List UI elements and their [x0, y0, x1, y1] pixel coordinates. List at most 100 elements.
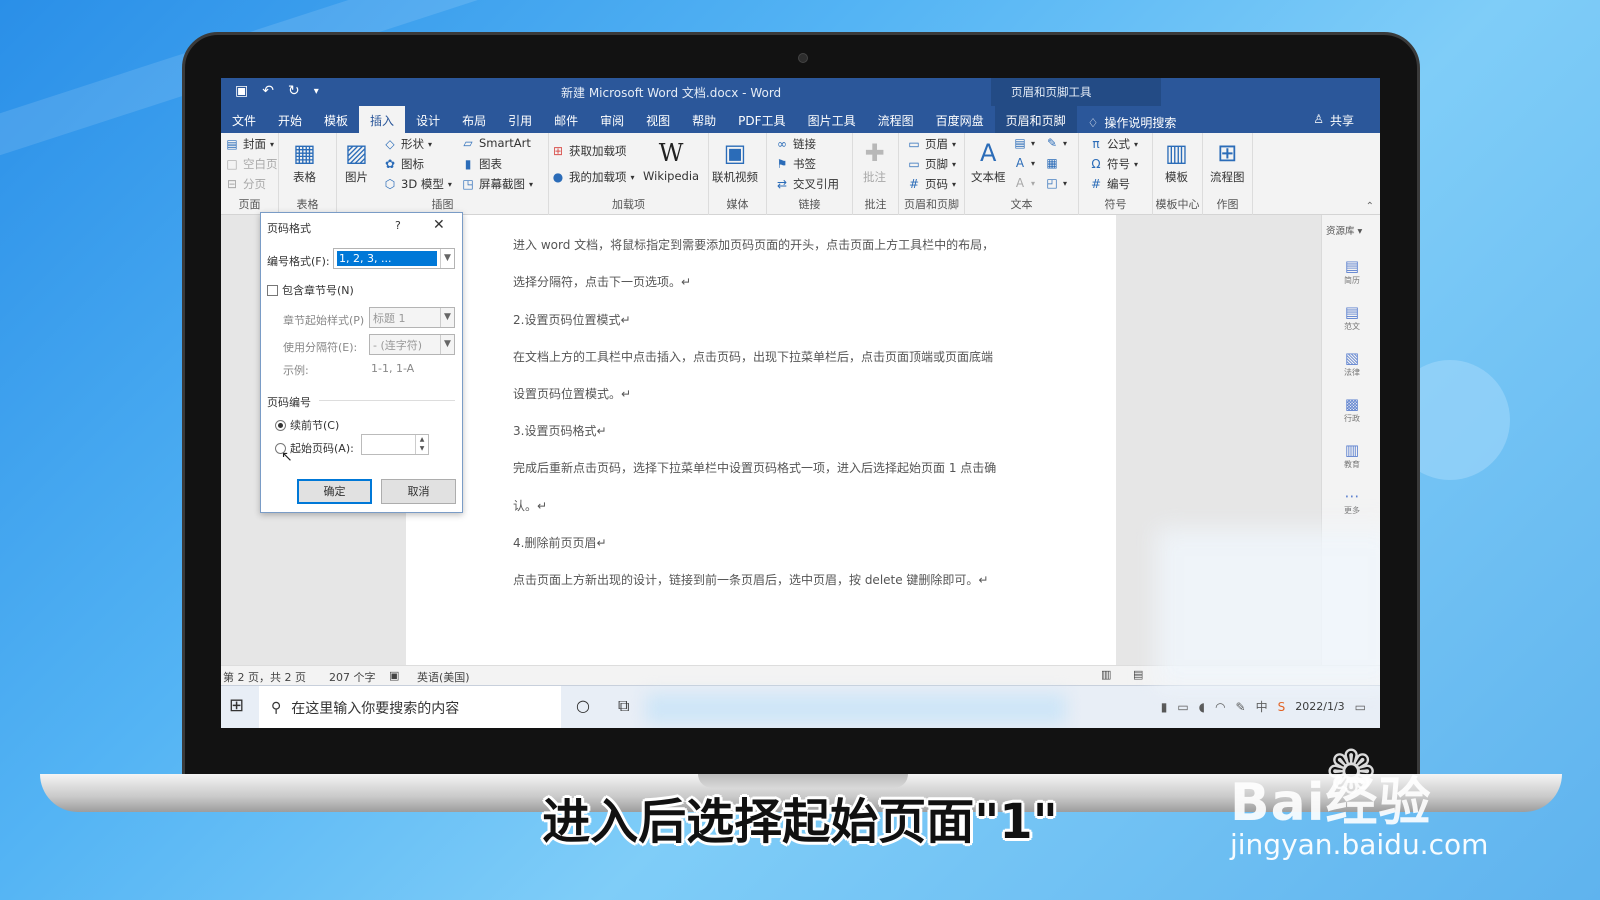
tab-pdf-tools[interactable]: PDF工具	[727, 106, 796, 133]
quick-parts-icon[interactable]: ▤ ▾	[1013, 136, 1035, 150]
app-tray-icon[interactable]: S	[1278, 700, 1286, 714]
wordart-icon[interactable]: A ▾	[1013, 156, 1035, 170]
side-panel-title[interactable]: 资源库 ▾	[1326, 223, 1362, 237]
title-bar: ▣ ↶ ↻ ▾ 新建 Microsoft Word 文档.docx - Word…	[221, 78, 1380, 106]
flowchart-button[interactable]: ⊞ 流程图	[1210, 137, 1245, 185]
customize-qat-icon[interactable]: ▾	[314, 83, 319, 99]
tab-home[interactable]: 开始	[267, 106, 313, 133]
textbox-button[interactable]: A 文本框	[971, 137, 1006, 185]
online-video-button[interactable]: ▣ 联机视频	[712, 137, 758, 185]
doc-line: 认。↵	[513, 499, 548, 513]
ime-icon[interactable]: 中	[1256, 698, 1268, 715]
tab-template[interactable]: 模板	[313, 106, 359, 133]
mic-icon[interactable]: ▮	[1161, 700, 1168, 714]
side-item-admin[interactable]: ▩ 行政	[1336, 395, 1368, 424]
tab-references[interactable]: 引用	[497, 106, 543, 133]
separator-select[interactable]: - (连字符) ▼	[369, 334, 455, 355]
tell-me-search[interactable]: ♢ 操作说明搜索	[1077, 106, 1188, 133]
tab-baidu-netdisk[interactable]: 百度网盘	[925, 106, 995, 133]
side-item-legal[interactable]: ▧ 法律	[1336, 349, 1368, 378]
blank-page-button[interactable]: □ 空白页	[225, 156, 277, 172]
chapter-style-select[interactable]: 标题 1 ▼	[369, 307, 455, 328]
shapes-button[interactable]: ◇ 形状 ▾	[383, 136, 432, 152]
tab-header-footer[interactable]: 页眉和页脚	[994, 106, 1077, 133]
print-layout-icon[interactable]: ▤	[1133, 668, 1143, 681]
notification-icon[interactable]: ▭	[1355, 700, 1366, 714]
template-button[interactable]: ▥ 模板	[1165, 137, 1188, 185]
tab-view[interactable]: 视图	[635, 106, 681, 133]
pen-icon[interactable]: ✎	[1236, 700, 1246, 714]
signature-line-icon[interactable]: ✎ ▾	[1045, 136, 1067, 150]
network-icon[interactable]: ◠	[1215, 700, 1225, 714]
drop-cap-icon[interactable]: A ▾	[1013, 176, 1035, 190]
comment-button[interactable]: ✚ 批注	[863, 137, 886, 185]
continue-radio[interactable]: 续前节(C)	[275, 417, 339, 433]
side-item-samples[interactable]: ▤ 范文	[1336, 303, 1368, 332]
ok-button[interactable]: 确定	[297, 479, 372, 504]
cross-reference-button[interactable]: ⇄ 交叉引用	[775, 176, 839, 192]
language[interactable]: 英语(美国)	[417, 669, 470, 685]
tab-layout[interactable]: 布局	[451, 106, 497, 133]
section-divider	[319, 400, 455, 401]
collapse-ribbon-icon[interactable]: ⌃	[1366, 201, 1374, 212]
link-button[interactable]: ∞ 链接	[775, 136, 816, 152]
group-text: A 文本框 ▤ ▾ A ▾ A ▾ ✎ ▾ ▦ ◰ ▾ 文本	[965, 133, 1079, 215]
smartart-button[interactable]: ▱ SmartArt	[461, 136, 531, 150]
icons-button[interactable]: ✿ 图标	[383, 156, 424, 172]
picture-button[interactable]: ▨ 图片	[345, 137, 368, 185]
chart-button[interactable]: ▮ 图表	[461, 156, 502, 172]
undo-icon[interactable]: ↶	[262, 83, 274, 99]
start-at-input[interactable]: ▲ ▼	[361, 434, 429, 455]
include-chapter-checkbox[interactable]: 包含章节号(N)	[267, 282, 354, 298]
volume-icon[interactable]: ◖	[1199, 700, 1205, 714]
spinner-arrows-icon[interactable]: ▲ ▼	[415, 435, 428, 454]
get-addins-button[interactable]: ⊞ 获取加载项	[551, 143, 627, 159]
word-count[interactable]: 207 个字	[329, 669, 376, 685]
taskbar-search-box[interactable]: ⚲ 在这里输入你要搜索的内容	[259, 686, 561, 728]
share-button[interactable]: ♙ 共享	[1313, 112, 1354, 129]
number-format-select[interactable]: 1, 2, 3, ... ▼	[333, 248, 455, 269]
wikipedia-button[interactable]: W Wikipedia	[643, 137, 699, 183]
tab-file[interactable]: 文件	[221, 106, 267, 133]
3d-model-button[interactable]: ⬡ 3D 模型 ▾	[383, 176, 452, 192]
tab-mailings[interactable]: 邮件	[543, 106, 589, 133]
side-item-resume[interactable]: ▤ 简历	[1336, 257, 1368, 286]
footer-button[interactable]: ▭ 页脚 ▾	[907, 156, 956, 172]
date-time-icon[interactable]: ▦	[1045, 156, 1059, 170]
screenshot-button[interactable]: ◳ 屏幕截图 ▾	[461, 176, 533, 192]
redo-icon[interactable]: ↻	[288, 83, 300, 99]
read-mode-icon[interactable]: ▥	[1101, 668, 1111, 681]
cover-page-button[interactable]: ▤ 封面 ▾	[225, 136, 274, 152]
cancel-button[interactable]: 取消	[381, 479, 456, 504]
save-icon[interactable]: ▣	[235, 83, 248, 99]
cortana-icon[interactable]: ○	[576, 696, 590, 715]
tab-flowchart[interactable]: 流程图	[867, 106, 925, 133]
table-button[interactable]: ▦ 表格	[293, 137, 316, 185]
document-page[interactable]: 进入 word 文档，将鼠标指定到需要添加页码页面的开头，点击页面上方工具栏中的…	[406, 215, 1116, 665]
task-view-icon[interactable]: ⧉	[618, 696, 629, 716]
page-count[interactable]: 第 2 页，共 2 页	[223, 669, 306, 685]
tab-design[interactable]: 设计	[405, 106, 451, 133]
chevron-down-icon: ▼	[440, 249, 454, 268]
page-number-button[interactable]: # 页码 ▾	[907, 176, 956, 192]
page-break-button[interactable]: ⊟ 分页	[225, 176, 266, 192]
object-icon[interactable]: ◰ ▾	[1045, 176, 1067, 190]
battery-icon[interactable]: ▭	[1177, 700, 1188, 714]
header-button[interactable]: ▭ 页眉 ▾	[907, 136, 956, 152]
clock-date[interactable]: 2022/1/3	[1295, 700, 1344, 713]
symbol-button[interactable]: Ω 符号 ▾	[1089, 156, 1138, 172]
number-button[interactable]: # 编号	[1089, 176, 1130, 192]
tab-picture-tools[interactable]: 图片工具	[797, 106, 867, 133]
windows-start-icon[interactable]: ⊞	[229, 695, 244, 716]
help-button[interactable]: ?	[395, 219, 401, 232]
equation-button[interactable]: π 公式 ▾	[1089, 136, 1138, 152]
side-item-more[interactable]: ⋯ 更多	[1336, 487, 1368, 516]
tab-review[interactable]: 审阅	[589, 106, 635, 133]
my-addins-button[interactable]: ● 我的加载项 ▾	[551, 169, 635, 185]
bookmark-button[interactable]: ⚑ 书签	[775, 156, 816, 172]
proofing-icon[interactable]: ▣	[389, 669, 399, 682]
close-icon[interactable]: ✕	[433, 217, 445, 233]
tab-help[interactable]: 帮助	[681, 106, 727, 133]
tab-insert[interactable]: 插入	[359, 106, 406, 133]
side-item-education[interactable]: ▥ 教育	[1336, 441, 1368, 470]
